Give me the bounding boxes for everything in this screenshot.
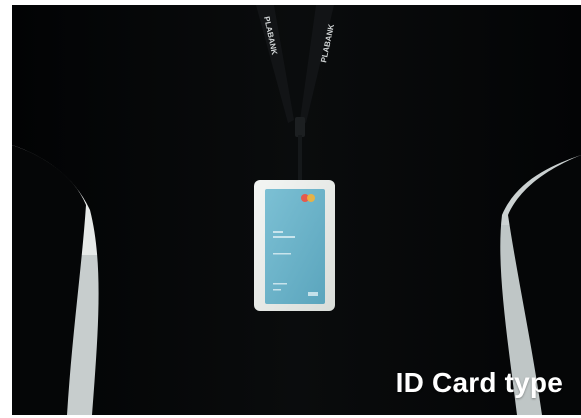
lanyard-clip-icon [295,117,305,137]
photo-illustration: PLABANK PLABANK [12,5,581,415]
image-frame: PLABANK PLABANK ID Card type [0,0,581,418]
caption: ID Card type [395,367,563,398]
product-photo: PLABANK PLABANK ID Card type [12,5,581,415]
id-card [265,189,325,304]
